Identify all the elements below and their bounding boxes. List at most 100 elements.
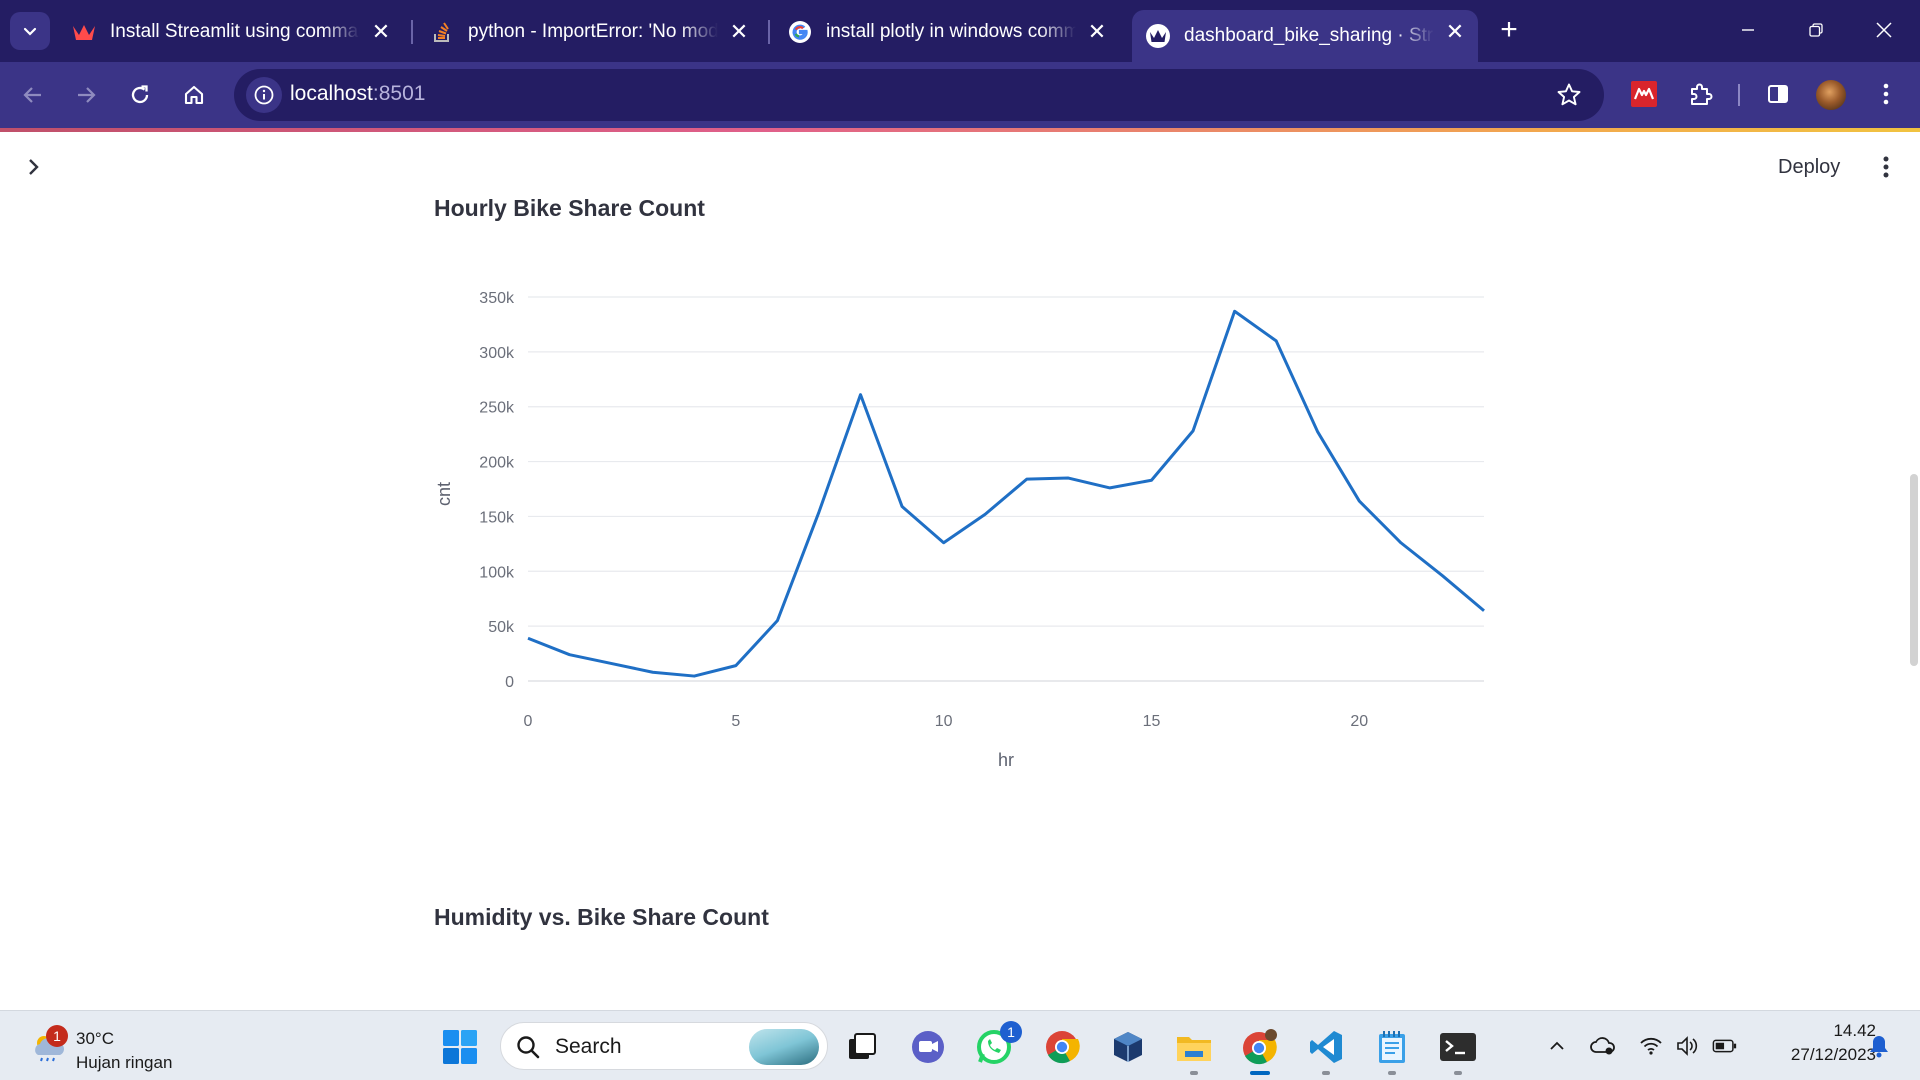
tab-close-icon[interactable]: ✕ bbox=[728, 21, 750, 43]
taskbar-search-box[interactable]: Search bbox=[500, 1022, 828, 1070]
y-tick-label: 350k bbox=[479, 290, 515, 307]
close-window-button[interactable] bbox=[1866, 14, 1902, 46]
app-running-indicator bbox=[1322, 1071, 1330, 1075]
weather-temperature: 30°C bbox=[76, 1029, 114, 1048]
tab-separator bbox=[411, 20, 413, 44]
notification-bell-icon[interactable] bbox=[1866, 1033, 1892, 1059]
tab-2[interactable]: python - ImportError: 'No module ✕ bbox=[416, 10, 762, 54]
whatsapp-notification-badge: 1 bbox=[1000, 1021, 1022, 1043]
home-button[interactable] bbox=[175, 76, 213, 114]
weather-description: Hujan ringan bbox=[76, 1053, 173, 1072]
search-icon bbox=[517, 1036, 540, 1059]
minimize-button[interactable] bbox=[1730, 14, 1766, 46]
side-panel-icon bbox=[1768, 85, 1788, 103]
y-tick-label: 150k bbox=[479, 509, 515, 526]
tab-close-icon[interactable]: ✕ bbox=[370, 21, 392, 43]
grid-lines bbox=[528, 296, 1484, 682]
windows-start-icon[interactable] bbox=[440, 1027, 480, 1067]
app-running-indicator bbox=[1454, 1071, 1462, 1075]
x-tick-label: 10 bbox=[935, 713, 953, 730]
x-tick-label: 5 bbox=[731, 713, 740, 730]
y-tick-label: 50k bbox=[488, 619, 515, 636]
app-running-indicator bbox=[1388, 1071, 1396, 1075]
chrome-icon[interactable] bbox=[1042, 1027, 1082, 1067]
address-bar[interactable]: localhost:8501 bbox=[234, 69, 1604, 121]
y-tick-label: 100k bbox=[479, 564, 515, 581]
profile-avatar[interactable] bbox=[1816, 80, 1846, 110]
tab-3[interactable]: install plotly in windows comma ✕ bbox=[774, 10, 1120, 54]
browser-menu-button[interactable] bbox=[1870, 78, 1902, 110]
site-info-icon[interactable] bbox=[246, 77, 282, 113]
streamlit-crown-icon bbox=[1146, 24, 1170, 48]
deploy-button[interactable]: Deploy bbox=[1770, 152, 1848, 183]
x-tick-labels: 0 5 10 15 20 bbox=[524, 713, 1369, 730]
home-icon bbox=[184, 85, 204, 105]
chevron-up-icon[interactable] bbox=[1544, 1033, 1570, 1059]
task-view-icon[interactable] bbox=[842, 1027, 882, 1067]
series-line-0[interactable] bbox=[527, 309, 1485, 678]
section-title-humidity: Humidity vs. Bike Share Count bbox=[434, 904, 769, 930]
bookmark-star-icon[interactable] bbox=[1556, 82, 1582, 108]
terminal-icon[interactable] bbox=[1438, 1027, 1478, 1067]
url-port: :8501 bbox=[372, 82, 426, 105]
vscode-icon[interactable] bbox=[1306, 1027, 1346, 1067]
extensions-button[interactable] bbox=[1684, 78, 1716, 110]
taskbar-clock-time[interactable]: 14.42 bbox=[1776, 1021, 1876, 1041]
search-highlight-image bbox=[749, 1029, 819, 1065]
weather-notification-badge: 1 bbox=[46, 1025, 68, 1047]
mendeley-extension-button[interactable] bbox=[1628, 78, 1660, 110]
restore-button[interactable] bbox=[1798, 14, 1834, 46]
tab-close-icon[interactable]: ✕ bbox=[1444, 21, 1466, 43]
chrome-profile-icon[interactable] bbox=[1240, 1027, 1280, 1067]
app-running-indicator bbox=[1190, 1071, 1198, 1075]
onedrive-cloud-icon[interactable] bbox=[1590, 1033, 1616, 1059]
tab-title: install plotly in windows comma bbox=[826, 21, 1076, 42]
x-tick-label: 20 bbox=[1350, 713, 1368, 730]
tab-search-button[interactable] bbox=[10, 12, 50, 50]
tab-separator bbox=[768, 20, 770, 44]
reload-icon bbox=[131, 85, 149, 104]
google-icon bbox=[788, 20, 812, 44]
chevron-right-icon[interactable] bbox=[20, 154, 46, 180]
new-tab-button[interactable]: + bbox=[1494, 15, 1524, 46]
tab-close-icon[interactable]: ✕ bbox=[1086, 21, 1108, 43]
streamlit-crown-icon bbox=[72, 20, 96, 44]
y-tick-label: 250k bbox=[479, 400, 515, 417]
x-tick-label: 15 bbox=[1143, 713, 1161, 730]
puzzle-piece-icon bbox=[1691, 83, 1713, 105]
teams-chat-icon[interactable] bbox=[908, 1027, 948, 1067]
x-tick-label: 0 bbox=[524, 713, 533, 730]
y-axis-label: cnt bbox=[434, 482, 454, 506]
y-tick-labels: 0 50k 100k 150k 200k 250k 300k 350k bbox=[479, 290, 515, 691]
back-button[interactable] bbox=[14, 76, 52, 114]
battery-icon[interactable] bbox=[1712, 1033, 1738, 1059]
page-scrollbar[interactable] bbox=[1910, 474, 1918, 666]
line-series bbox=[527, 309, 1485, 678]
hourly-line-chart[interactable]: 0 50k 100k 150k 200k 250k 300k 350k 0 5 10 15 20 hr… bbox=[430, 268, 1490, 788]
tab-4-active[interactable]: dashboard_bike_sharing · Streamlit ✕ bbox=[1132, 10, 1478, 62]
more-vertical-icon[interactable] bbox=[1874, 152, 1898, 182]
tab-1[interactable]: Install Streamlit using command ✕ bbox=[58, 10, 404, 54]
weather-widget[interactable]: 1 30°C Hujan ringan bbox=[28, 1023, 228, 1072]
app-active-indicator bbox=[1250, 1071, 1270, 1075]
tab-title: dashboard_bike_sharing · Streamlit bbox=[1184, 25, 1434, 46]
close-icon bbox=[1876, 22, 1892, 38]
forward-button[interactable] bbox=[67, 76, 105, 114]
taskbar-clock-date[interactable]: 27/12/2023 bbox=[1756, 1045, 1876, 1065]
volume-icon[interactable] bbox=[1674, 1033, 1700, 1059]
x-axis-label: hr bbox=[998, 750, 1014, 770]
arrow-left-icon bbox=[23, 87, 41, 103]
virtualbox-icon[interactable] bbox=[1108, 1027, 1148, 1067]
minimize-icon bbox=[1742, 29, 1754, 31]
side-panel-button[interactable] bbox=[1762, 78, 1794, 110]
wifi-icon[interactable] bbox=[1638, 1033, 1664, 1059]
reload-button[interactable] bbox=[121, 76, 159, 114]
file-explorer-icon[interactable] bbox=[1174, 1027, 1214, 1067]
toolbar-separator bbox=[1738, 84, 1740, 106]
notepad-icon[interactable] bbox=[1372, 1027, 1412, 1067]
chevron-down-icon bbox=[23, 27, 37, 36]
more-vertical-icon bbox=[1883, 83, 1889, 105]
restore-icon bbox=[1809, 23, 1823, 37]
stackoverflow-icon bbox=[430, 20, 454, 44]
url-text[interactable]: localhost:8501 bbox=[290, 82, 425, 106]
